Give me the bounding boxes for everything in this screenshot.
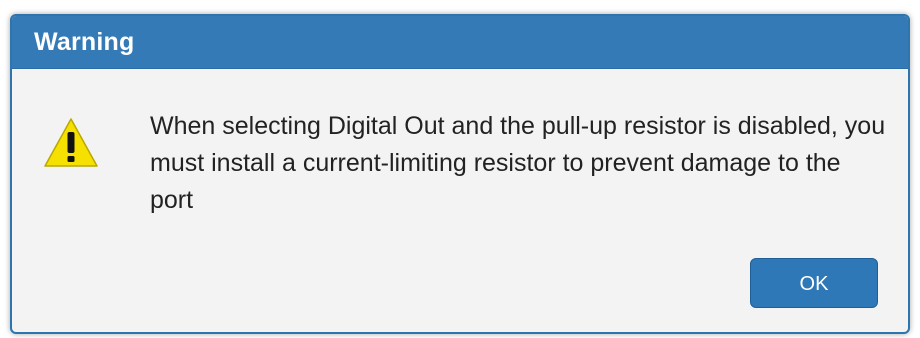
ok-button[interactable]: OK bbox=[750, 258, 878, 308]
warning-triangle-icon bbox=[42, 116, 100, 170]
dialog-titlebar: Warning bbox=[12, 16, 908, 69]
warning-message: When selecting Digital Out and the pull-… bbox=[150, 112, 886, 214]
dialog-title: Warning bbox=[34, 28, 135, 56]
warning-dialog: Warning When selecting Digital Out and t… bbox=[10, 14, 910, 334]
